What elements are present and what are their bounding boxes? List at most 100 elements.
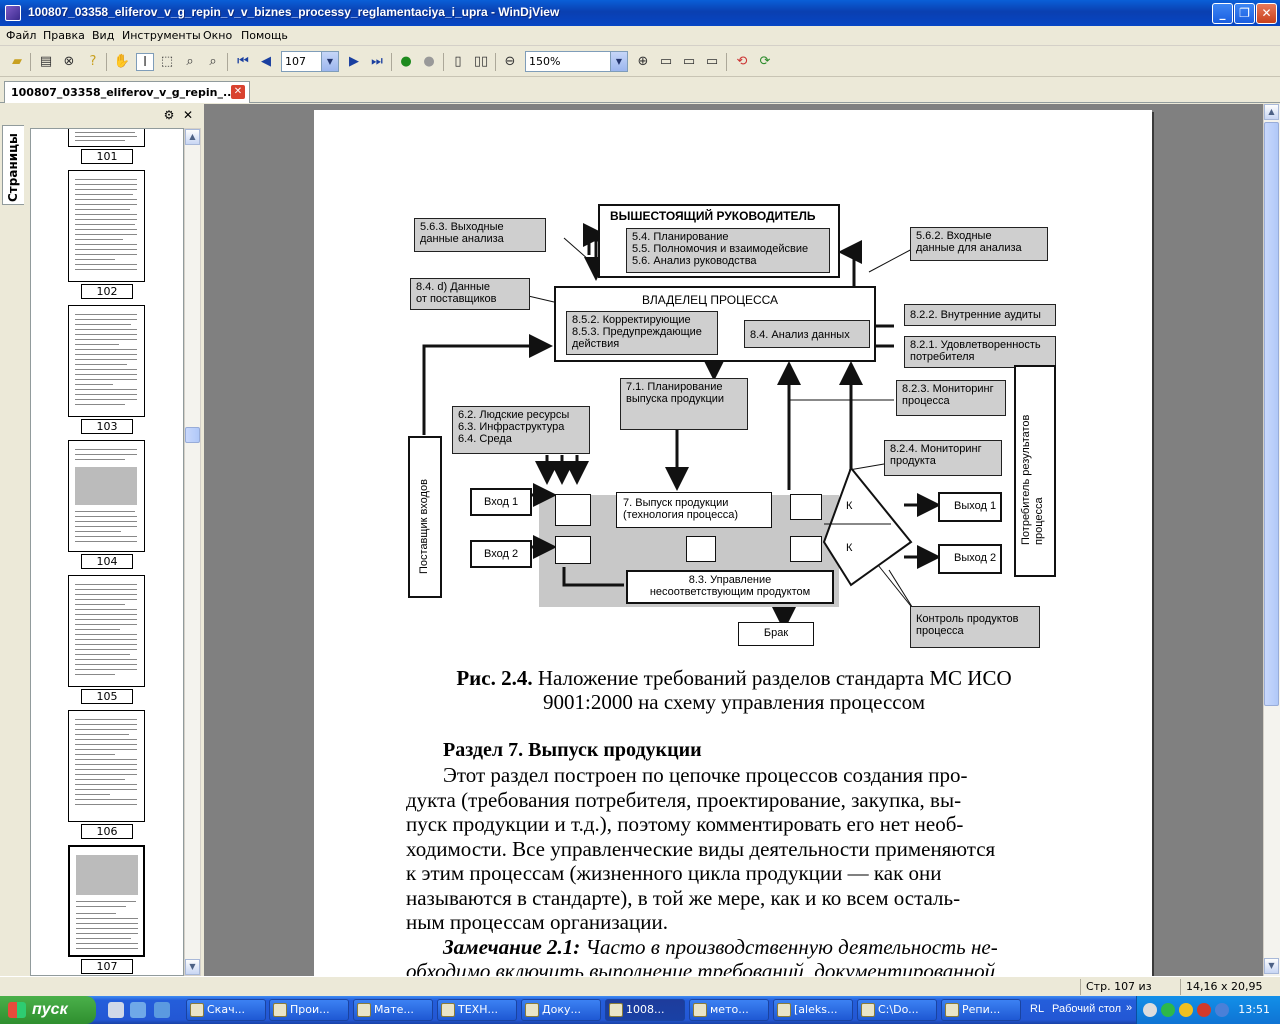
forward-icon[interactable]: ● <box>420 53 438 71</box>
control-k1: К <box>846 500 853 512</box>
scroll-down-icon[interactable]: ▼ <box>1264 958 1279 974</box>
last-page-icon[interactable]: ⏭ <box>368 53 386 71</box>
document-tab[interactable]: 100807_03358_eliferov_v_g_repin_... ✕ <box>4 81 250 103</box>
tray-icon[interactable] <box>1197 1003 1211 1017</box>
zoom-in-icon[interactable]: ⊕ <box>634 53 652 71</box>
desktop-toolbar-label[interactable]: Рабочий стол <box>1052 1003 1121 1015</box>
select-rect-icon[interactable]: ⬚ <box>158 53 176 71</box>
minimize-button[interactable]: _ <box>1212 3 1233 24</box>
step-box <box>790 494 822 520</box>
scroll-up-icon[interactable]: ▲ <box>1264 104 1279 120</box>
back-icon[interactable]: ● <box>397 53 415 71</box>
language-indicator[interactable]: RL <box>1030 1003 1044 1015</box>
nonconforming-line: 8.3. Управление <box>688 574 772 586</box>
menu-edit[interactable]: Правка <box>43 29 85 42</box>
taskbar-item[interactable]: [aleks... <box>773 999 853 1021</box>
step-box <box>555 536 591 564</box>
scroll-up-icon[interactable]: ▲ <box>185 129 200 145</box>
supplier-data-line: от поставщиков <box>416 293 497 305</box>
select-text-icon[interactable]: I <box>136 53 154 71</box>
tray-icon[interactable] <box>1161 1003 1175 1017</box>
satisfaction-box: 8.2.1. Удовлетворенность потребителя <box>904 336 1056 368</box>
document-scrollbar[interactable]: ▲ ▼ <box>1263 104 1280 976</box>
thumbnail-scrollbar[interactable]: ▲ ▼ <box>184 128 201 976</box>
menu-file[interactable]: Файл <box>6 29 36 42</box>
open-icon[interactable]: ▰ <box>8 53 26 71</box>
taskbar-item-label: мето... <box>710 1003 749 1016</box>
taskbar-item[interactable]: Репи... <box>941 999 1021 1021</box>
fit-width-icon[interactable]: ▭ <box>657 53 675 71</box>
prev-page-icon[interactable]: ◀ <box>257 53 275 71</box>
taskbar-item-icon <box>357 1003 371 1017</box>
scrollbar-thumb[interactable] <box>1264 122 1279 706</box>
taskbar-item-active[interactable]: 1008... <box>605 999 685 1021</box>
single-page-icon[interactable]: ▯ <box>449 53 467 71</box>
body-line: Этот раздел построен по цепочке процессо… <box>443 763 968 787</box>
rotate-left-icon[interactable]: ⟲ <box>733 53 751 71</box>
output-1-box: Выход 1 <box>938 492 1002 522</box>
desktop-icon[interactable] <box>130 1002 146 1018</box>
menu-tools[interactable]: Инструменты <box>122 29 201 42</box>
fit-page-icon[interactable]: ▭ <box>680 53 698 71</box>
scroll-down-icon[interactable]: ▼ <box>185 959 200 975</box>
actual-size-icon[interactable]: ▭ <box>703 53 721 71</box>
rotate-right-icon[interactable]: ⟳ <box>756 53 774 71</box>
menu-help[interactable]: Помощь <box>241 29 288 42</box>
scrollbar-thumb[interactable] <box>185 427 200 443</box>
page-thumbnail[interactable] <box>68 129 145 147</box>
print-icon[interactable]: ▤ <box>37 53 55 71</box>
taskbar-item[interactable]: Прои... <box>269 999 349 1021</box>
gear-icon[interactable]: ⚙ <box>162 108 176 122</box>
close-icon[interactable]: ✕ <box>181 108 195 122</box>
taskbar-item-icon <box>777 1003 791 1017</box>
page-thumbnail[interactable] <box>68 170 145 282</box>
zoom-select[interactable]: 150% ▼ <box>525 51 628 72</box>
hand-tool-icon[interactable]: ✋ <box>113 53 131 71</box>
tray-icon[interactable] <box>1143 1003 1157 1017</box>
start-button[interactable]: пуск <box>0 996 96 1024</box>
supplier-data-line: 8.4. d) Данные <box>416 281 490 293</box>
close-button[interactable]: ✕ <box>1256 3 1277 24</box>
document-view[interactable]: ВЫШЕСТОЯЩИЙ РУКОВОДИТЕЛЬ 5.4. Планирован… <box>204 104 1263 976</box>
media-player-icon[interactable] <box>108 1002 124 1018</box>
page-thumbnail[interactable] <box>68 710 145 822</box>
zoom-out-icon[interactable]: ⊖ <box>501 53 519 71</box>
zoom-tool-icon[interactable]: ⌕ <box>181 53 199 71</box>
taskbar-item[interactable]: Мате... <box>353 999 433 1021</box>
output-analysis-line: 5.6.3. Выходные <box>420 221 504 233</box>
taskbar-item-icon <box>525 1003 539 1017</box>
taskbar-item[interactable]: мето... <box>689 999 769 1021</box>
page-number-select[interactable]: 107 ▼ <box>281 51 339 72</box>
taskbar-item[interactable]: Скач... <box>186 999 266 1021</box>
taskbar-item[interactable]: ТЕХН... <box>437 999 517 1021</box>
page-thumbnail-number: 101 <box>81 149 133 164</box>
chevron-down-icon[interactable]: ▼ <box>321 52 338 71</box>
page-thumbnail[interactable] <box>68 305 145 417</box>
maximize-button[interactable]: ❐ <box>1234 3 1255 24</box>
next-page-icon[interactable]: ▶ <box>345 53 363 71</box>
find-icon[interactable]: ⊗ <box>60 53 78 71</box>
menu-window[interactable]: Окно <box>203 29 232 42</box>
input-1-label: Вход 1 <box>484 496 519 508</box>
tray-icon[interactable] <box>1179 1003 1193 1017</box>
taskbar-item-label: Мате... <box>374 1003 414 1016</box>
magnifier-icon[interactable]: ⌕ <box>204 53 222 71</box>
tray-icon[interactable] <box>1215 1003 1229 1017</box>
pages-side-tab[interactable]: Страницы <box>2 125 24 205</box>
page-thumbnail-current[interactable] <box>68 845 145 957</box>
top-manager-item: 5.5. Полномочия и взаимодейсвие <box>632 243 809 255</box>
close-icon[interactable]: ✕ <box>231 85 245 99</box>
status-page: Стр. 107 из 318 <box>1080 979 1176 1009</box>
chevron-right-icon[interactable]: » <box>1126 1002 1132 1014</box>
taskbar-item[interactable]: C:\Do... <box>857 999 937 1021</box>
taskbar-item[interactable]: Доку... <box>521 999 601 1021</box>
browser-icon[interactable] <box>154 1002 170 1018</box>
page-thumbnail[interactable] <box>68 440 145 552</box>
page-thumbnail[interactable] <box>68 575 145 687</box>
two-pages-icon[interactable]: ▯▯ <box>472 53 490 71</box>
chevron-down-icon[interactable]: ▼ <box>610 52 627 71</box>
menu-view[interactable]: Вид <box>92 29 114 42</box>
page-thumbnail-number: 103 <box>81 419 133 434</box>
help-icon[interactable]: ? <box>84 53 102 71</box>
first-page-icon[interactable]: ⏮ <box>234 53 252 71</box>
